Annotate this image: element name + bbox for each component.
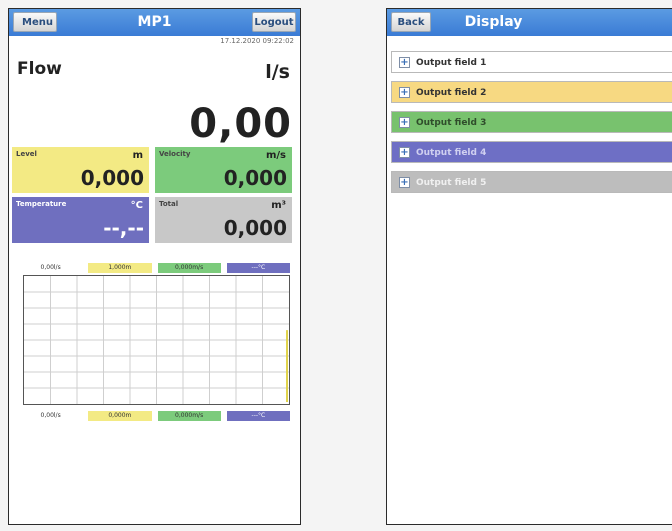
level-value: 0,000 <box>80 166 144 190</box>
total-tile[interactable]: Total m³ 0,000 <box>155 197 292 243</box>
output-field-5[interactable]: + Output field 5 <box>391 171 672 193</box>
legend-temperature-min: ---°C <box>226 411 290 421</box>
flow-label: Flow <box>17 59 62 79</box>
total-unit: m³ <box>271 200 286 211</box>
output-field-4[interactable]: + Output field 4 <box>391 141 672 163</box>
total-label: Total <box>159 200 179 208</box>
output-field-3[interactable]: + Output field 3 <box>391 111 672 133</box>
legend-level-min: 0,000m <box>88 411 152 421</box>
title-bar: Display Back <box>387 9 672 36</box>
expand-plus-icon[interactable]: + <box>399 87 410 98</box>
level-unit: m <box>132 150 143 161</box>
expand-plus-icon[interactable]: + <box>399 177 410 188</box>
flow-value: 0,00 <box>189 101 292 147</box>
velocity-value: 0,000 <box>223 166 287 190</box>
legend-level-max: 1,000m <box>88 263 152 273</box>
legend-flow-max: 0,00l/s <box>19 263 83 273</box>
mp1-screen: MP1 Menu Logout 17.12.2020 09:22:02 Flow… <box>8 8 301 525</box>
output-field-label: Output field 3 <box>416 118 487 128</box>
flow-unit: l/s <box>265 61 290 83</box>
output-field-2[interactable]: + Output field 2 <box>391 81 672 103</box>
output-field-label: Output field 5 <box>416 178 487 188</box>
output-field-label: Output field 1 <box>416 58 487 68</box>
legend-flow-min: 0,00l/s <box>19 411 83 421</box>
trend-legend-bottom: 0,00l/s 0,000m 0,000m/s ---°C <box>19 411 290 421</box>
temperature-tile[interactable]: Temperature °C --,-- <box>12 197 149 243</box>
legend-velocity-min: 0,000m/s <box>157 411 221 421</box>
velocity-label: Velocity <box>159 150 191 158</box>
temperature-label: Temperature <box>16 200 67 208</box>
velocity-unit: m/s <box>265 150 286 161</box>
velocity-tile[interactable]: Velocity m/s 0,000 <box>155 147 292 193</box>
back-button[interactable]: Back <box>391 12 431 32</box>
expand-plus-icon[interactable]: + <box>399 57 410 68</box>
trend-chart <box>23 275 290 405</box>
temperature-value: --,-- <box>103 216 144 240</box>
logout-button[interactable]: Logout <box>252 12 296 32</box>
output-field-label: Output field 2 <box>416 88 487 98</box>
title-bar: MP1 Menu Logout <box>9 9 300 36</box>
trend-legend-top: 0,00l/s 1,000m 0,000m/s ---°C <box>19 263 290 273</box>
legend-velocity-max: 0,000m/s <box>157 263 221 273</box>
output-field-label: Output field 4 <box>416 148 487 158</box>
output-field-1[interactable]: + Output field 1 <box>391 51 672 73</box>
total-value: 0,000 <box>223 216 287 240</box>
expand-plus-icon[interactable]: + <box>399 147 410 158</box>
expand-plus-icon[interactable]: + <box>399 117 410 128</box>
trend-grid <box>24 276 289 404</box>
legend-temperature-max: ---°C <box>226 263 290 273</box>
menu-button[interactable]: Menu <box>13 12 57 32</box>
display-screen: Display Back + Output field 1 + Output f… <box>386 8 672 525</box>
temperature-unit: °C <box>130 200 143 211</box>
level-tile[interactable]: Level m 0,000 <box>12 147 149 193</box>
timestamp: 17.12.2020 09:22:02 <box>220 37 294 45</box>
level-label: Level <box>16 150 37 158</box>
